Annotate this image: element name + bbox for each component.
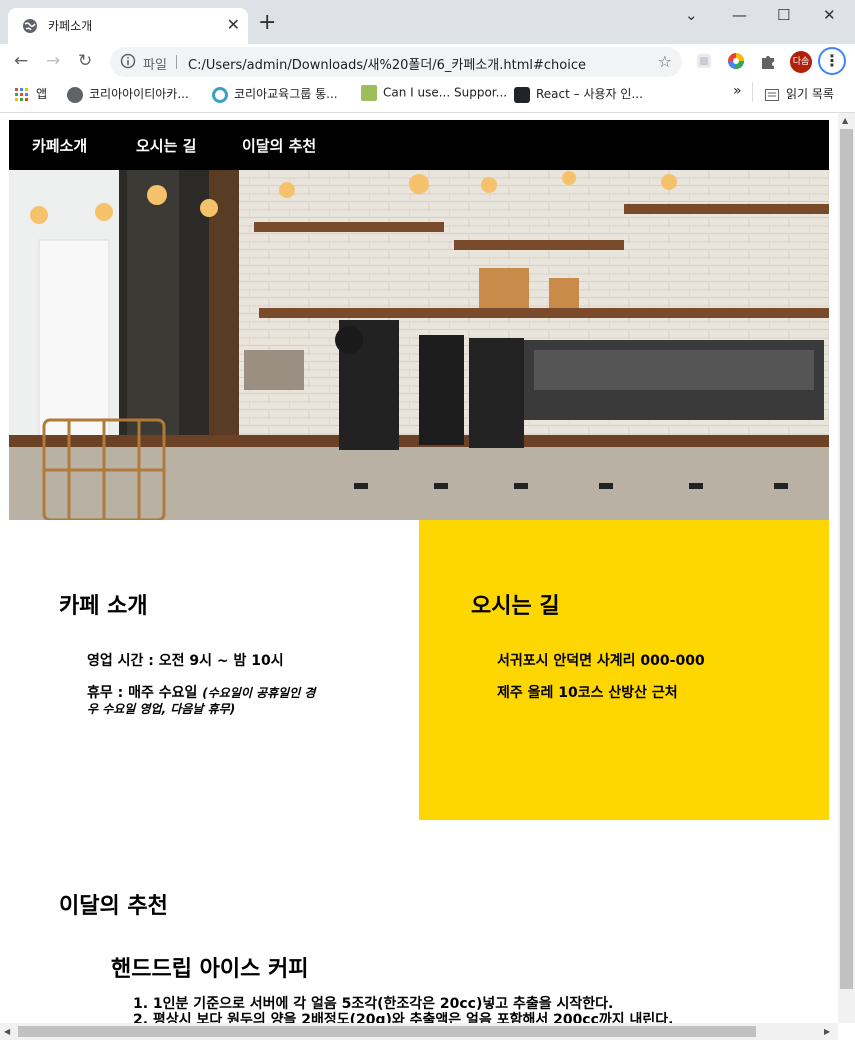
bookmark-item[interactable]: 코리아교육그룹 통... [212, 85, 338, 103]
reload-icon[interactable]: ↻ [78, 51, 92, 71]
bookmark-item[interactable]: Can I use... Suppor... [361, 85, 507, 101]
site-nav: 카페소개 오시는 길 이달의 추천 [9, 120, 829, 170]
cafe-hero-image [9, 170, 829, 520]
reading-list-button[interactable]: 읽기 목록 [764, 85, 834, 103]
recommend-heading: 이달의 추천 [59, 894, 168, 919]
extension-icon[interactable] [695, 52, 713, 70]
nav-link-recommend[interactable]: 이달의 추천 [242, 135, 316, 156]
apps-grid-icon [15, 87, 28, 101]
ring-logo-icon [212, 86, 228, 103]
directions-heading: 오시는 길 [471, 594, 560, 619]
recommend-subheading: 핸드드립 아이스 커피 [111, 957, 309, 982]
bookmark-label: 코리아교육그룹 통... [234, 87, 338, 101]
closed-days-text: 휴무 : 매주 수요일 [87, 685, 198, 701]
business-hours: 영업 시간 : 오전 9시 ~ 밤 10시 [87, 653, 284, 669]
globe-icon [67, 86, 83, 103]
horizontal-scrollbar[interactable]: ◀ ▶ [0, 1023, 838, 1040]
chart-logo-icon [361, 85, 377, 101]
puzzle-extensions-icon[interactable] [759, 52, 777, 70]
minimize-button[interactable]: — [732, 6, 747, 24]
browser-title-bar: 카페소개 ✕ + ⌄ — ☐ ✕ [0, 0, 855, 44]
maximize-button[interactable]: ☐ [777, 6, 790, 24]
closed-days-note-cont: 우 수요일 영업, 다음날 휴무) [87, 702, 236, 716]
globe-icon [23, 19, 37, 33]
page-viewport: 카페소개 오시는 길 이달의 추천 카페 소개 영업 시간: 오전 9시 ~ … [0, 113, 838, 1023]
directions-section: 오시는 길 서귀포시 안덕면 사계리 000-000 제주 올레 10코스 산방… [419, 520, 829, 820]
bookmarks-divider [752, 82, 753, 102]
color-wheel-icon[interactable] [727, 52, 745, 70]
nav-link-intro[interactable]: 카페소개 [32, 135, 87, 156]
vertical-scroll-thumb[interactable] [840, 129, 853, 989]
address-separator [176, 55, 177, 69]
address-scheme-label: 파일 [143, 58, 167, 73]
bookmarks-overflow-button[interactable]: » [733, 83, 742, 99]
close-window-button[interactable]: ✕ [823, 6, 836, 24]
address-line-2: 제주 올레 10코스 산방산 근처 [497, 685, 678, 701]
react-logo-icon [514, 86, 530, 103]
intro-heading: 카페 소개 [59, 594, 148, 619]
tab-close-icon[interactable]: ✕ [227, 15, 240, 35]
bookmark-star-icon[interactable]: ☆ [658, 52, 672, 71]
address-line-1: 서귀포시 안덕면 사계리 000-000 [497, 653, 705, 669]
reading-list-label: 읽기 목록 [786, 87, 834, 101]
forward-arrow-icon[interactable]: → [46, 51, 60, 71]
vertical-scrollbar[interactable]: ▲ [838, 113, 855, 1023]
bookmark-label: Can I use... Suppor... [383, 85, 508, 100]
bookmark-apps[interactable]: 앱 [14, 85, 47, 103]
nav-link-directions[interactable]: 오시는 길 [136, 135, 196, 156]
recipe-steps: 1. 1인분 기준으로 서버에 각 얼음 5조각(한조각은 20cc)넣고 추출… [133, 996, 674, 1023]
recipe-step: 2. 평상시 보다 원두의 양을 2배정도(20g)와 추출액은 얼음 포함해서… [133, 1012, 674, 1023]
address-bar[interactable]: 파일 C:/Users/admin/Downloads/새%20폴더/6_카페소… [110, 47, 682, 77]
bookmark-label: 앱 [36, 87, 48, 101]
scroll-up-arrow-icon[interactable]: ▲ [842, 116, 848, 125]
reading-list-icon [765, 88, 779, 101]
tab-search-icon[interactable]: ⌄ [685, 6, 698, 24]
info-icon [120, 53, 136, 69]
browser-tab[interactable]: 카페소개 ✕ [8, 8, 248, 44]
tab-title: 카페소개 [48, 19, 93, 33]
closed-days-note: (수요일이 공휴일인 경 [202, 686, 316, 700]
scroll-left-arrow-icon[interactable]: ◀ [4, 1027, 10, 1036]
address-url[interactable]: C:/Users/admin/Downloads/새%20폴더/6_카페소개.h… [188, 54, 586, 73]
bookmark-item[interactable]: 코리아아이티아카... [67, 85, 189, 103]
new-tab-button[interactable]: + [258, 12, 276, 34]
browser-toolbar: ← → ↻ 파일 C:/Users/admin/Downloads/새%20폴더… [0, 44, 855, 80]
bookmark-label: 코리아아이티아카... [89, 87, 189, 101]
recipe-step: 1. 1인분 기준으로 서버에 각 얼음 5조각(한조각은 20cc)넣고 추출… [133, 996, 614, 1012]
back-arrow-icon[interactable]: ← [14, 51, 28, 71]
cafe-intro-section: 카페 소개 영업 시간 : 오전 9시 ~ 밤 10시 휴무 : 매주 수요일 … [9, 520, 419, 820]
bookmark-item[interactable]: React – 사용자 인... [514, 85, 643, 103]
scroll-right-arrow-icon[interactable]: ▶ [824, 1027, 830, 1036]
bookmark-label: React – 사용자 인... [536, 87, 643, 101]
bookmarks-bar: 앱 코리아아이티아카... 코리아교육그룹 통... Can I use... … [0, 80, 855, 113]
horizontal-scroll-thumb[interactable] [18, 1026, 756, 1037]
profile-avatar[interactable]: 다솜 [790, 51, 812, 73]
closed-days: 휴무 : 매주 수요일 (수요일이 공휴일인 경 [87, 682, 357, 702]
browser-menu-button[interactable]: ⋮ [818, 47, 846, 75]
